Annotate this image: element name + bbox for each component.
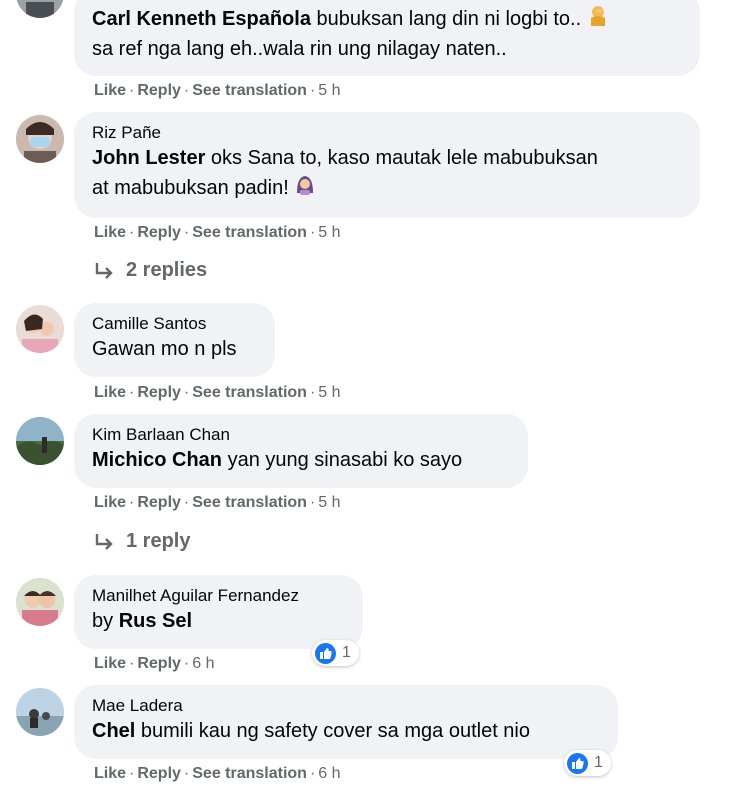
comment-line: sa ref nga lang eh..wala rin ung nilagay…: [92, 38, 507, 60]
comment-text: Carl Kenneth Española bubuksan lang din …: [92, 4, 682, 35]
comment-author[interactable]: Kim Barlaan Chan: [92, 424, 510, 446]
comment-bubble: Manilhet Aguilar Fernandez by Rus Sel: [74, 575, 363, 649]
mention-link[interactable]: Chel: [92, 720, 135, 742]
comment-bubble: Mae Ladera Chel bumili kau ng safety cov…: [74, 685, 618, 759]
avatar[interactable]: [16, 688, 64, 736]
reaction-summary[interactable]: 1: [312, 640, 359, 666]
comment-bubble: Camille Santos Gawan mo n pls: [74, 303, 275, 377]
comment-actions: Like · Reply · See translation · 5 h: [94, 82, 341, 99]
like-link[interactable]: Like: [94, 765, 126, 782]
comment-line: bubuksan lang din ni logbi to..: [310, 7, 582, 30]
comment-text: by Rus Sel: [92, 607, 345, 636]
comment-text: John Lester oks Sana to, kaso mautak lel…: [92, 144, 682, 173]
comment-line: bumili kau ng safety cover sa mga outlet…: [135, 720, 530, 742]
like-link[interactable]: Like: [94, 494, 126, 511]
avatar[interactable]: [16, 578, 64, 626]
avatar[interactable]: [16, 305, 64, 353]
see-translation-link[interactable]: See translation: [192, 765, 307, 782]
comment-bubble: Kim Barlaan Chan Michico Chan yan yung s…: [74, 414, 528, 488]
avatar[interactable]: [16, 417, 64, 465]
comment-actions: Like · Reply · 6 h: [94, 655, 215, 672]
see-translation-link[interactable]: See translation: [192, 82, 307, 99]
mention-link[interactable]: Michico Chan: [92, 449, 222, 471]
comment-time[interactable]: 5 h: [318, 224, 340, 241]
reaction-summary[interactable]: 1: [564, 750, 611, 776]
avatar[interactable]: [16, 115, 64, 163]
reply-link[interactable]: Reply: [137, 224, 181, 241]
comment-actions: Like · Reply · See translation · 6 h: [94, 765, 341, 782]
comment-text: at mabubuksan padin!: [92, 173, 682, 204]
comment-bubble: Carl Kenneth Española bubuksan lang din …: [74, 0, 700, 76]
like-reaction-icon: [567, 752, 588, 774]
comment-actions: Like · Reply · See translation · 5 h: [94, 224, 341, 241]
reply-link[interactable]: Reply: [137, 82, 181, 99]
comment-line: at mabubuksan padin!: [92, 176, 289, 199]
comment-bubble: Riz Pañe John Lester oks Sana to, kaso m…: [74, 112, 700, 218]
see-translation-link[interactable]: See translation: [192, 384, 307, 401]
comment-author-link[interactable]: Carl Kenneth Española: [92, 8, 311, 30]
comment-author[interactable]: Riz Pañe: [92, 122, 682, 144]
view-replies-button[interactable]: 2 replies: [94, 259, 207, 282]
woman-emoji-icon: [294, 173, 316, 204]
reply-link[interactable]: Reply: [137, 494, 181, 511]
like-link[interactable]: Like: [94, 82, 126, 99]
facepalm-emoji-icon: [587, 4, 609, 35]
reply-link[interactable]: Reply: [137, 765, 181, 782]
comment-actions: Like · Reply · See translation · 5 h: [94, 494, 341, 511]
comment-line: yan yung sinasabi ko sayo: [222, 449, 463, 471]
like-link[interactable]: Like: [94, 224, 126, 241]
reply-arrow-icon: [95, 533, 113, 550]
comment-author[interactable]: Manilhet Aguilar Fernandez: [92, 585, 345, 607]
replies-count-label: 1 reply: [126, 530, 191, 552]
reply-arrow-icon: [95, 262, 113, 279]
like-link[interactable]: Like: [94, 384, 126, 401]
view-replies-button[interactable]: 1 reply: [94, 530, 190, 553]
comment-text: Gawan mo n pls: [92, 338, 237, 360]
comment-time[interactable]: 6 h: [192, 655, 214, 672]
comment-text: Chel bumili kau ng safety cover sa mga o…: [92, 717, 600, 746]
reply-link[interactable]: Reply: [137, 655, 181, 672]
comment-time[interactable]: 5 h: [318, 494, 340, 511]
comment-line: oks Sana to, kaso mautak lele mabubuksan: [205, 147, 598, 169]
avatar[interactable]: [16, 0, 64, 18]
comment-time[interactable]: 5 h: [318, 384, 340, 401]
comment-text: Michico Chan yan yung sinasabi ko sayo: [92, 446, 510, 475]
replies-count-label: 2 replies: [126, 259, 208, 281]
comment-time[interactable]: 6 h: [318, 765, 340, 782]
see-translation-link[interactable]: See translation: [192, 494, 307, 511]
comment-prefix: by: [92, 610, 119, 632]
reaction-count: 1: [594, 754, 603, 771]
mention-link[interactable]: Rus Sel: [119, 610, 192, 632]
like-reaction-icon: [315, 642, 336, 664]
like-link[interactable]: Like: [94, 655, 126, 672]
comment-author[interactable]: Mae Ladera: [92, 695, 600, 717]
reaction-count: 1: [342, 644, 351, 661]
mention-link[interactable]: John Lester: [92, 147, 205, 169]
comment-author[interactable]: Camille Santos: [92, 313, 257, 335]
reply-link[interactable]: Reply: [137, 384, 181, 401]
see-translation-link[interactable]: See translation: [192, 224, 307, 241]
comment-time[interactable]: 5 h: [318, 82, 340, 99]
comment-actions: Like · Reply · See translation · 5 h: [94, 384, 341, 401]
